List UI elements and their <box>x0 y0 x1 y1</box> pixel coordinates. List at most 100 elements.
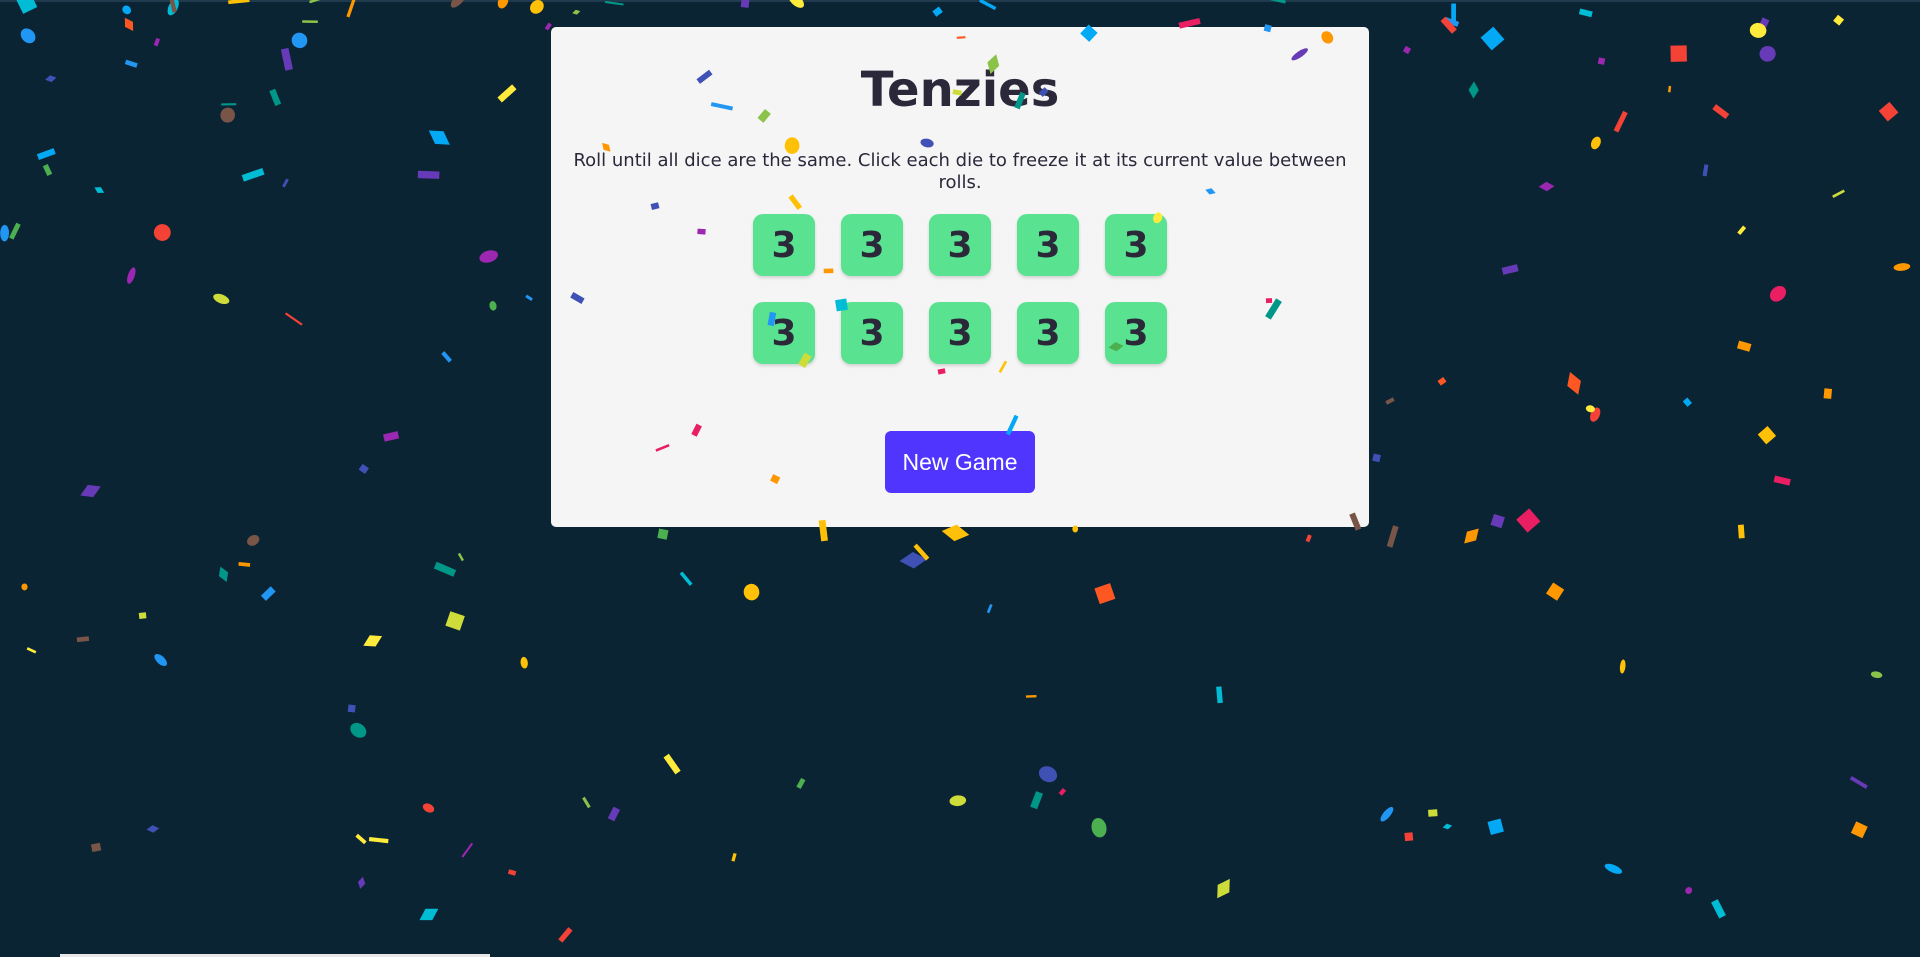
confetti-piece <box>247 534 260 546</box>
confetti-piece <box>146 825 160 833</box>
confetti-piece <box>1736 340 1752 352</box>
confetti-piece <box>138 612 147 619</box>
die-6[interactable]: 3 <box>753 302 815 364</box>
confetti-piece <box>1870 671 1883 679</box>
confetti-piece <box>663 753 681 775</box>
confetti-piece <box>913 543 930 561</box>
confetti-piece <box>355 833 367 845</box>
confetti-piece <box>1757 426 1777 445</box>
confetti-piece <box>520 656 528 669</box>
confetti-piece <box>357 876 366 889</box>
confetti-piece <box>1402 45 1412 55</box>
confetti-piece <box>1619 659 1626 674</box>
die-2[interactable]: 3 <box>841 214 903 276</box>
confetti-piece <box>16 0 38 14</box>
confetti-piece <box>1386 525 1399 548</box>
game-stage: Tenzies Roll until all dice are the same… <box>0 0 1920 957</box>
confetti-piece <box>441 351 452 363</box>
confetti-piece <box>507 869 517 876</box>
confetti-piece <box>433 561 457 577</box>
die-3[interactable]: 3 <box>929 214 991 276</box>
confetti-piece <box>1759 17 1770 28</box>
confetti-piece <box>1487 818 1504 836</box>
die-8[interactable]: 3 <box>929 302 991 364</box>
confetti-piece <box>1030 791 1044 810</box>
confetti-piece <box>1538 181 1555 192</box>
confetti-piece <box>1567 372 1581 395</box>
die-7[interactable]: 3 <box>841 302 903 364</box>
confetti-piece <box>525 294 533 302</box>
die-5[interactable]: 3 <box>1105 214 1167 276</box>
tenzies-panel: Tenzies Roll until all dice are the same… <box>551 27 1369 527</box>
confetti-piece <box>260 586 276 601</box>
confetti-piece <box>1385 397 1395 405</box>
confetti-piece <box>221 103 237 106</box>
confetti-piece <box>122 5 132 15</box>
confetti-piece <box>731 852 737 862</box>
confetti-piece <box>1823 388 1833 399</box>
confetti-piece <box>1682 397 1692 407</box>
confetti-piece <box>213 293 230 305</box>
confetti-piece <box>218 566 229 582</box>
confetti-piece <box>1440 16 1457 34</box>
confetti-piece <box>422 803 435 813</box>
confetti-piece <box>607 806 621 822</box>
confetti-piece <box>986 603 993 614</box>
confetti-piece <box>363 635 383 647</box>
confetti-piece <box>153 224 171 241</box>
confetti-piece <box>949 795 967 807</box>
confetti-piece <box>42 164 53 176</box>
confetti-piece <box>1613 110 1628 133</box>
confetti-piece <box>1685 886 1693 895</box>
confetti-piece <box>1850 821 1868 839</box>
window-top-border <box>0 0 1920 2</box>
confetti-piece <box>489 301 497 311</box>
confetti-piece <box>1849 775 1868 789</box>
confetti-piece <box>347 704 356 713</box>
confetti-piece <box>1490 513 1505 529</box>
confetti-piece <box>291 32 308 49</box>
confetti-piece <box>1404 832 1414 842</box>
die-1[interactable]: 3 <box>753 214 815 276</box>
confetti-piece <box>154 653 167 667</box>
confetti-piece <box>1773 475 1791 486</box>
confetti-piece <box>1038 766 1058 783</box>
confetti-piece <box>1590 136 1601 150</box>
confetti-piece <box>582 796 591 809</box>
die-10[interactable]: 3 <box>1105 302 1167 364</box>
confetti-piece <box>21 583 28 591</box>
confetti-piece <box>1437 376 1447 386</box>
confetti-piece <box>428 130 450 145</box>
confetti-piece <box>1832 189 1845 198</box>
confetti-piece <box>932 6 943 17</box>
confetti-piece <box>1749 22 1767 38</box>
confetti-piece <box>1464 528 1479 544</box>
confetti-piece <box>1094 583 1116 605</box>
die-9[interactable]: 3 <box>1017 302 1079 364</box>
confetti-piece <box>657 528 669 540</box>
confetti-piece <box>417 170 440 179</box>
confetti-piece <box>284 312 303 326</box>
confetti-piece <box>572 9 581 15</box>
confetti-piece <box>1759 45 1776 62</box>
confetti-piece <box>124 59 138 68</box>
confetti-piece <box>1480 26 1505 51</box>
confetti-piece <box>90 842 102 853</box>
confetti-piece <box>1711 899 1726 919</box>
confetti-piece <box>1380 806 1394 822</box>
confetti-piece <box>358 463 369 474</box>
confetti-piece <box>1305 534 1312 543</box>
confetti-piece <box>1578 8 1593 18</box>
die-4[interactable]: 3 <box>1017 214 1079 276</box>
confetti-piece <box>743 583 760 601</box>
confetti-piece <box>1546 582 1565 601</box>
confetti-piece <box>497 84 517 103</box>
confetti-piece <box>1737 225 1747 236</box>
confetti-piece <box>558 927 573 943</box>
confetti-piece <box>796 777 806 789</box>
confetti-piece <box>1091 817 1107 838</box>
confetti-piece <box>530 0 544 14</box>
confetti-piece <box>241 167 265 182</box>
new-game-button[interactable]: New Game <box>885 431 1035 493</box>
dice-container: 3333333333 <box>753 214 1167 364</box>
